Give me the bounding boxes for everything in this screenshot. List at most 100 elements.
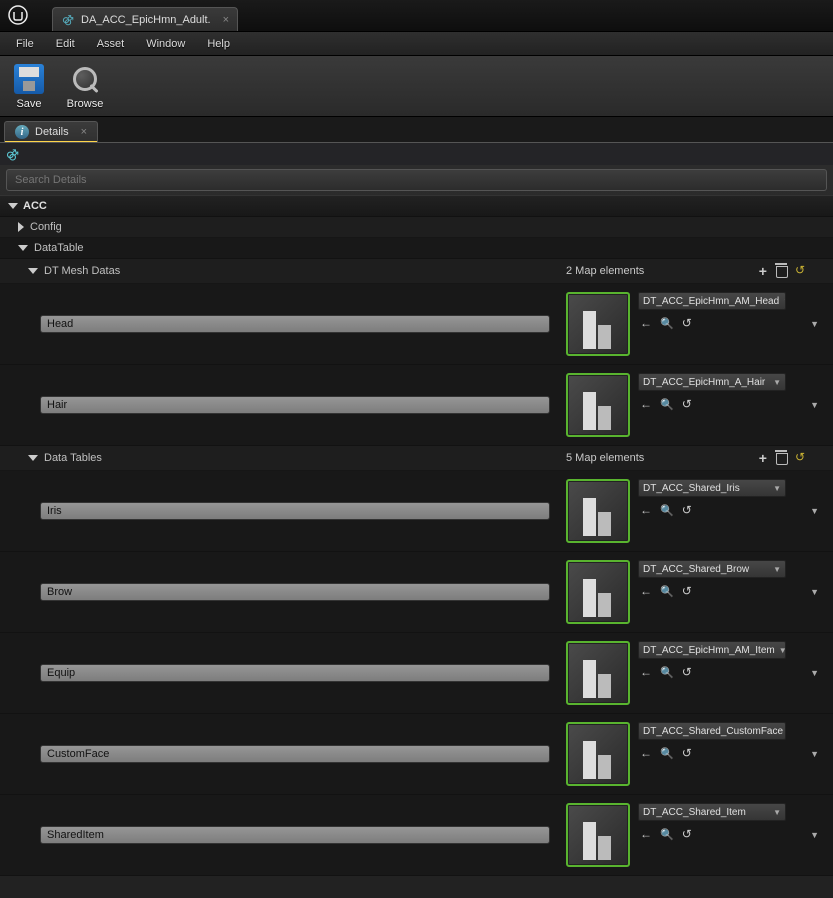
browse-to-asset-button[interactable] [660,746,674,760]
element-options-button[interactable] [810,400,825,410]
asset-picker-dropdown[interactable]: DT_ACC_EpicHmn_AM_Item ▼ [638,641,786,659]
reset-to-default-button[interactable] [682,397,692,411]
asset-name: DT_ACC_Shared_Iris [643,483,740,494]
clear-elements-button[interactable] [775,450,787,464]
property-label: DT Mesh Datas [44,265,120,277]
reset-to-default-button[interactable] [682,503,692,517]
chevron-down-icon [28,268,38,274]
document-tab[interactable]: ⚣ DA_ACC_EpicHmn_Adult. × [52,7,238,31]
property-label: Config [30,221,62,233]
close-icon[interactable]: × [223,14,229,26]
asset-thumbnail[interactable] [566,292,630,356]
chevron-down-icon: ▼ [773,808,781,817]
map-summary: 2 Map elements [566,265,644,277]
asset-picker-dropdown[interactable]: DT_ACC_Shared_CustomFace ▼ [638,722,786,740]
asset-name: DT_ACC_EpicHmn_A_Hair [643,377,765,388]
element-options-button[interactable] [810,749,825,759]
use-selected-button[interactable] [640,584,652,598]
map-key-input[interactable] [40,396,550,414]
property-dt-mesh-datas[interactable]: DT Mesh Datas [0,259,558,283]
browse-to-asset-button[interactable] [660,827,674,841]
map-key-input[interactable] [40,745,550,763]
browse-label: Browse [67,98,104,110]
details-icon: i [15,125,29,139]
asset-thumbnail[interactable] [566,722,630,786]
menu-edit[interactable]: Edit [46,35,85,53]
category-acc[interactable]: ACC [0,195,833,217]
browse-to-asset-button[interactable] [660,665,674,679]
menu-help[interactable]: Help [197,35,240,53]
asset-picker-dropdown[interactable]: DT_ACC_Shared_Iris ▼ [638,479,786,497]
search-input[interactable] [6,169,827,191]
save-label: Save [16,98,41,110]
element-options-button[interactable] [810,830,825,840]
asset-picker-dropdown[interactable]: DT_ACC_Shared_Brow ▼ [638,560,786,578]
property-data-tables[interactable]: Data Tables [0,446,558,470]
reset-to-default-button[interactable] [682,316,692,330]
chevron-down-icon [8,203,18,209]
use-selected-button[interactable] [640,827,652,841]
browse-to-asset-button[interactable] [660,316,674,330]
browse-to-asset-button[interactable] [660,397,674,411]
chevron-right-icon [18,222,24,232]
reset-to-default-button[interactable] [795,263,805,279]
use-selected-button[interactable] [640,665,652,679]
property-label: DataTable [34,242,84,254]
close-icon[interactable]: × [81,126,87,138]
map-key-input[interactable] [40,583,550,601]
browse-button[interactable]: Browse [64,62,106,110]
gender-icon: ⚣ [6,147,19,161]
reset-to-default-button[interactable] [682,665,692,679]
reset-to-default-button[interactable] [682,746,692,760]
clear-elements-button[interactable] [775,263,787,277]
unreal-logo [4,1,32,29]
reset-to-default-button[interactable] [795,450,805,466]
asset-picker-dropdown[interactable]: DT_ACC_EpicHmn_AM_Head ▼ [638,292,786,310]
reset-to-default-button[interactable] [682,827,692,841]
asset-picker-dropdown[interactable]: DT_ACC_Shared_Item ▼ [638,803,786,821]
property-label: Data Tables [44,452,102,464]
save-icon [14,64,44,94]
asset-name: DT_ACC_EpicHmn_AM_Item [643,645,775,656]
reset-to-default-button[interactable] [682,584,692,598]
tab-details[interactable]: i Details × [4,121,98,142]
browse-to-asset-button[interactable] [660,503,674,517]
property-datatable[interactable]: DataTable [0,238,558,258]
element-options-button[interactable] [810,587,825,597]
chevron-down-icon [18,245,28,251]
asset-picker-dropdown[interactable]: DT_ACC_EpicHmn_A_Hair ▼ [638,373,786,391]
chevron-down-icon [28,455,38,461]
element-options-button[interactable] [810,506,825,516]
asset-thumbnail[interactable] [566,641,630,705]
menu-asset[interactable]: Asset [87,35,135,53]
asset-name: DT_ACC_EpicHmn_AM_Head [643,296,779,307]
menu-window[interactable]: Window [136,35,195,53]
use-selected-button[interactable] [640,503,652,517]
asset-thumbnail[interactable] [566,803,630,867]
element-options-button[interactable] [810,319,825,329]
add-element-button[interactable] [759,263,767,279]
asset-thumbnail[interactable] [566,479,630,543]
map-key-input[interactable] [40,502,550,520]
property-config[interactable]: Config [0,217,558,237]
chevron-down-icon: ▼ [773,484,781,493]
save-button[interactable]: Save [8,62,50,110]
add-element-button[interactable] [759,450,767,466]
category-label: ACC [23,200,47,212]
use-selected-button[interactable] [640,316,652,330]
element-options-button[interactable] [810,668,825,678]
asset-icon: ⚣ [61,13,75,27]
map-key-input[interactable] [40,315,550,333]
tab-title: DA_ACC_EpicHmn_Adult. [81,14,211,26]
use-selected-button[interactable] [640,746,652,760]
chevron-down-icon: ▼ [773,565,781,574]
browse-to-asset-button[interactable] [660,584,674,598]
asset-thumbnail[interactable] [566,560,630,624]
asset-thumbnail[interactable] [566,373,630,437]
map-key-input[interactable] [40,664,550,682]
chevron-down-icon: ▼ [783,297,786,306]
map-key-input[interactable] [40,826,550,844]
use-selected-button[interactable] [640,397,652,411]
menu-file[interactable]: File [6,35,44,53]
asset-name: DT_ACC_Shared_Item [643,807,746,818]
